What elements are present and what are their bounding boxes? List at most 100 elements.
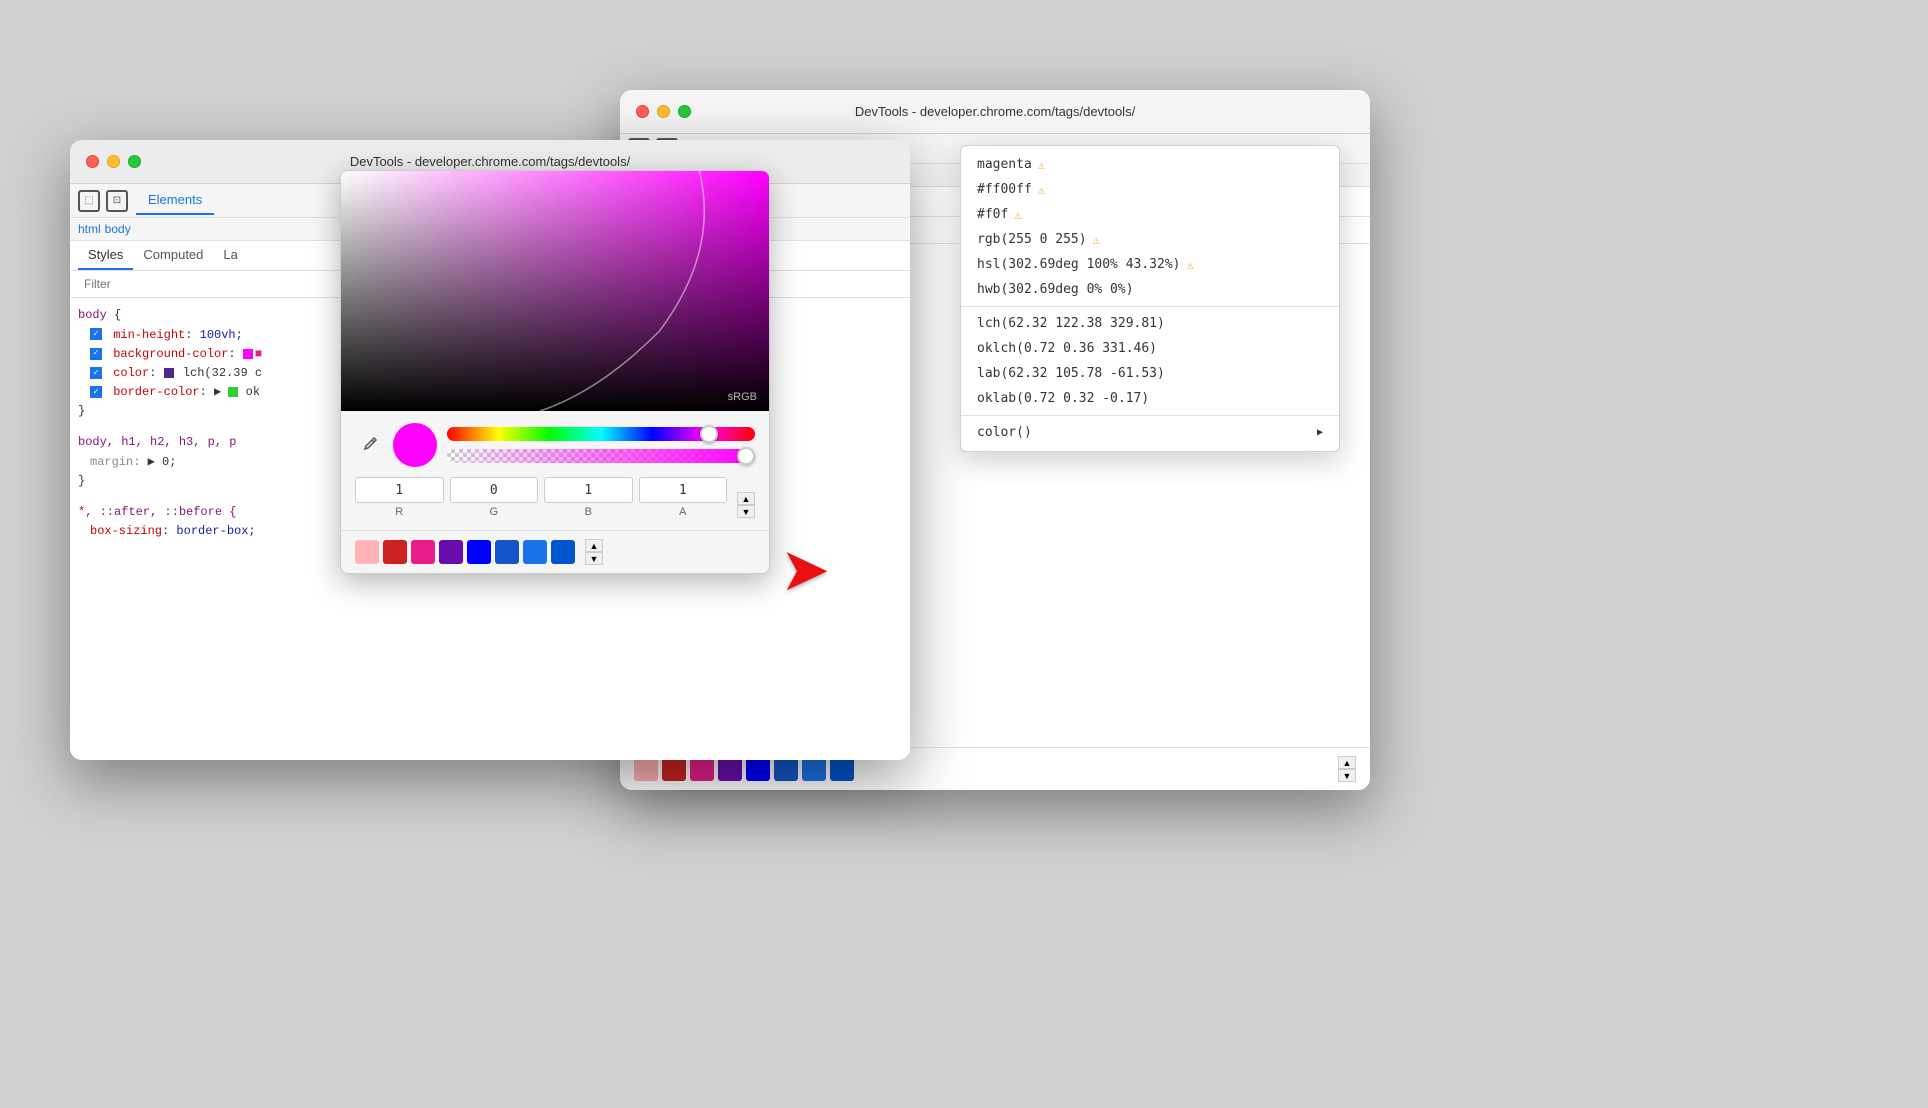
picker-b-group: B <box>544 477 633 518</box>
dropdown-f0f-warning: ⚠ <box>1014 208 1021 222</box>
dropdown-divider-2 <box>961 415 1339 416</box>
back-swatch-pink[interactable] <box>634 757 658 781</box>
color-preview-swatch <box>393 423 437 467</box>
back-step-up[interactable]: ▲ <box>1338 756 1356 769</box>
dropdown-rgb-text: rgb(255 0 255) <box>977 232 1087 247</box>
dropdown-magenta[interactable]: magenta ⚠ <box>961 152 1339 177</box>
swatches-stepper[interactable]: ▲ ▼ <box>585 539 603 565</box>
back-swatch-blue3[interactable] <box>802 757 826 781</box>
swatches-step-down[interactable]: ▼ <box>585 552 603 565</box>
swatch-8[interactable] <box>551 540 575 564</box>
picker-a-input[interactable] <box>639 477 728 503</box>
dropdown-hsl-warning: ⚠ <box>1187 258 1194 272</box>
back-swatch-magenta[interactable] <box>690 757 714 781</box>
back-swatch-stepper[interactable]: ▲ ▼ <box>1338 756 1356 782</box>
back-traffic-lights[interactable] <box>636 105 691 118</box>
dropdown-oklab-text: oklab(0.72 0.32 -0.17) <box>977 391 1149 406</box>
dropdown-hsl-text: hsl(302.69deg 100% 43.32%) <box>977 257 1181 272</box>
dropdown-lab[interactable]: lab(62.32 105.78 -61.53) <box>961 361 1339 386</box>
back-minimize-button[interactable] <box>657 105 670 118</box>
back-swatch-red[interactable] <box>662 757 686 781</box>
dropdown-color-fn-text: color() <box>977 425 1032 440</box>
back-window-titlebar: DevTools - developer.chrome.com/tags/dev… <box>620 90 1370 134</box>
dropdown-magenta-warning: ⚠ <box>1038 158 1045 172</box>
dropdown-lch[interactable]: lch(62.32 122.38 329.81) <box>961 311 1339 336</box>
swatches-step-up[interactable]: ▲ <box>585 539 603 552</box>
front-check-minheight[interactable]: ✓ <box>90 328 102 340</box>
picker-b-input[interactable] <box>544 477 633 503</box>
front-breadcrumb-html[interactable]: html <box>78 222 101 236</box>
front-check-border[interactable]: ✓ <box>90 386 102 398</box>
front-close-button[interactable] <box>86 155 99 168</box>
picker-r-group: R <box>355 477 444 518</box>
swatch-2[interactable] <box>383 540 407 564</box>
front-check-color[interactable]: ✓ <box>90 367 102 379</box>
dropdown-ff00ff[interactable]: #ff00ff ⚠ <box>961 177 1339 202</box>
picker-r-label: R <box>395 506 403 518</box>
front-inspect-icon[interactable]: ⬚ <box>78 190 100 212</box>
dropdown-oklch[interactable]: oklch(0.72 0.36 331.46) <box>961 336 1339 361</box>
dropdown-rgb[interactable]: rgb(255 0 255) ⚠ <box>961 227 1339 252</box>
hue-slider[interactable] <box>447 427 755 441</box>
front-window-title: DevTools - developer.chrome.com/tags/dev… <box>350 154 630 169</box>
back-swatch-blue1[interactable] <box>746 757 770 781</box>
front-traffic-lights[interactable] <box>86 155 141 168</box>
back-close-button[interactable] <box>636 105 649 118</box>
picker-row1 <box>355 423 755 467</box>
picker-r-input[interactable] <box>355 477 444 503</box>
picker-step-up[interactable]: ▲ <box>737 492 755 505</box>
swatch-3[interactable] <box>411 540 435 564</box>
hue-thumb[interactable] <box>700 425 718 443</box>
dropdown-magenta-text: magenta <box>977 157 1032 172</box>
picker-g-label: G <box>489 506 498 518</box>
back-swatch-blue2[interactable] <box>774 757 798 781</box>
swatch-6[interactable] <box>495 540 519 564</box>
back-maximize-button[interactable] <box>678 105 691 118</box>
dropdown-f0f-text: #f0f <box>977 207 1008 222</box>
front-minimize-button[interactable] <box>107 155 120 168</box>
front-layout-tab[interactable]: La <box>213 241 247 270</box>
color-picker-canvas[interactable]: sRGB <box>341 171 769 411</box>
back-swatch-blue4[interactable] <box>830 757 854 781</box>
eyedropper-button[interactable] <box>355 431 383 459</box>
dropdown-lch-text: lch(62.32 122.38 329.81) <box>977 316 1165 331</box>
dropdown-hsl[interactable]: hsl(302.69deg 100% 43.32%) ⚠ <box>961 252 1339 277</box>
swatch-7[interactable] <box>523 540 547 564</box>
picker-controls: R G B A ▲ ▼ <box>341 411 769 530</box>
back-window-title: DevTools - developer.chrome.com/tags/dev… <box>855 104 1135 119</box>
back-swatch-purple[interactable] <box>718 757 742 781</box>
dropdown-ff00ff-warning: ⚠ <box>1038 183 1045 197</box>
picker-b-label: B <box>585 506 592 518</box>
alpha-slider[interactable] <box>447 449 755 463</box>
picker-swatches-row: ▲ ▼ <box>341 530 769 573</box>
dropdown-rgb-warning: ⚠ <box>1093 233 1100 247</box>
picker-g-input[interactable] <box>450 477 539 503</box>
back-step-down[interactable]: ▼ <box>1338 769 1356 782</box>
dropdown-color-fn-arrow: ▶ <box>1317 427 1323 438</box>
dropdown-hwb[interactable]: hwb(302.69deg 0% 0%) <box>961 277 1339 302</box>
dropdown-lab-text: lab(62.32 105.78 -61.53) <box>977 366 1165 381</box>
front-computed-tab[interactable]: Computed <box>133 241 213 270</box>
sliders-container <box>447 427 755 463</box>
picker-a-label: A <box>679 506 686 518</box>
swatch-5[interactable] <box>467 540 491 564</box>
color-format-dropdown: magenta ⚠ #ff00ff ⚠ #f0f ⚠ rgb(255 0 255… <box>960 145 1340 452</box>
swatch-1[interactable] <box>355 540 379 564</box>
dropdown-f0f[interactable]: #f0f ⚠ <box>961 202 1339 227</box>
front-check-bgcolor[interactable]: ✓ <box>90 348 102 360</box>
front-maximize-button[interactable] <box>128 155 141 168</box>
color-picker-popup: sRGB R <box>340 170 770 574</box>
dropdown-oklab[interactable]: oklab(0.72 0.32 -0.17) <box>961 386 1339 411</box>
picker-stepper[interactable]: ▲ ▼ <box>737 492 755 518</box>
dropdown-hwb-text: hwb(302.69deg 0% 0%) <box>977 282 1134 297</box>
alpha-thumb[interactable] <box>737 447 755 465</box>
front-styles-tab[interactable]: Styles <box>78 241 133 270</box>
dropdown-color-fn[interactable]: color() ▶ <box>961 420 1339 445</box>
color-space-label: sRGB <box>728 391 757 403</box>
dropdown-oklch-text: oklch(0.72 0.36 331.46) <box>977 341 1157 356</box>
front-device-icon[interactable]: ⊡ <box>106 190 128 212</box>
front-breadcrumb-body[interactable]: body <box>105 222 131 236</box>
front-elements-tab[interactable]: Elements <box>136 186 214 215</box>
picker-step-down[interactable]: ▼ <box>737 505 755 518</box>
swatch-4[interactable] <box>439 540 463 564</box>
